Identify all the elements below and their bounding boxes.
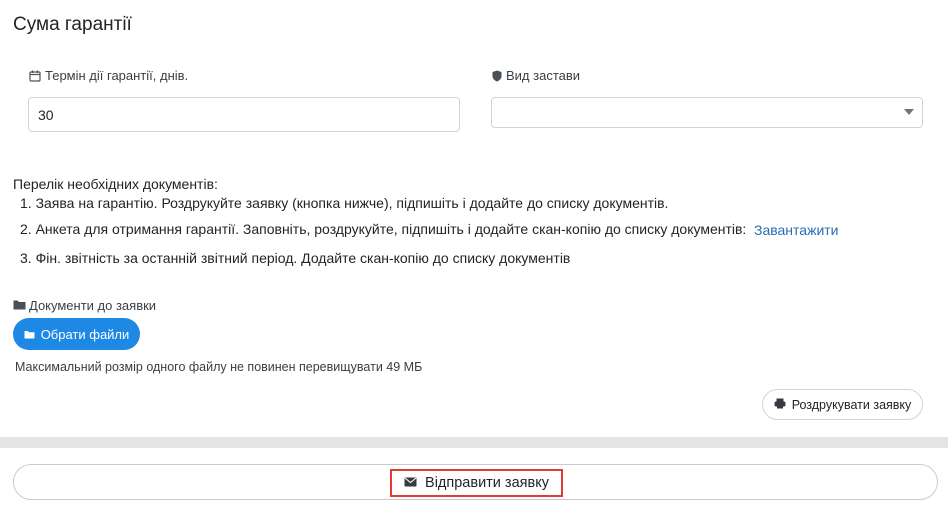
submit-button[interactable]: Відправити заявку — [390, 469, 563, 497]
printer-icon — [774, 398, 786, 412]
term-label-text: Термін дії гарантії, днів. — [45, 68, 189, 83]
choose-files-label: Обрати файли — [40, 326, 130, 342]
attachments-label-text: Документи до заявки — [29, 298, 157, 313]
envelope-icon — [404, 475, 417, 491]
print-button-label: Роздрукувати заявку — [791, 397, 912, 412]
shield-icon — [492, 70, 502, 82]
document-item: 2. Анкета для отримання гарантії. Заповн… — [20, 221, 747, 237]
section-title: Сума гарантії — [13, 14, 132, 35]
folder-icon — [24, 327, 35, 342]
collateral-label: Вид застави — [492, 68, 580, 83]
term-input[interactable] — [28, 97, 460, 132]
max-size-note: Максимальний розмір одного файлу не пови… — [15, 360, 423, 374]
chevron-down-icon — [904, 109, 914, 115]
folder-icon — [13, 298, 26, 313]
collateral-label-text: Вид застави — [506, 68, 581, 83]
calendar-icon — [29, 70, 41, 82]
section-divider — [0, 437, 948, 448]
print-button[interactable]: Роздрукувати заявку — [762, 389, 923, 420]
collateral-select[interactable] — [491, 97, 923, 128]
attachments-label: Документи до заявки — [13, 298, 156, 313]
document-item: 3. Фін. звітність за останній звітний пе… — [20, 250, 571, 266]
choose-files-button[interactable]: Обрати файли — [13, 318, 140, 350]
document-item: 1. Заява на гарантію. Роздрукуйте заявку… — [20, 195, 669, 211]
documents-intro: Перелік необхідних документів: — [13, 176, 218, 192]
download-link[interactable]: Завантажити — [754, 222, 839, 238]
term-label: Термін дії гарантії, днів. — [29, 68, 188, 83]
submit-button-label: Відправити заявку — [425, 475, 549, 491]
